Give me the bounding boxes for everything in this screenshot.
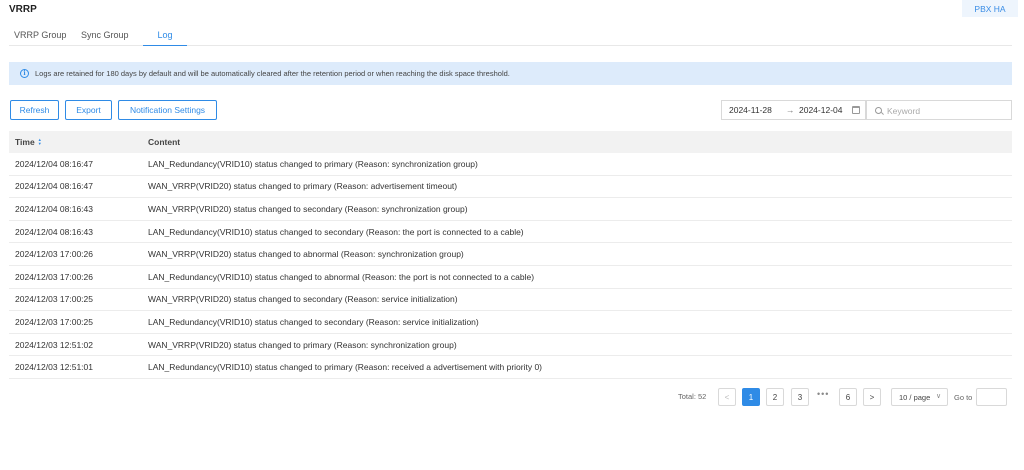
table-row: 2024/12/03 17:00:25 WAN_VRRP(VRID20) stat… bbox=[9, 289, 1012, 312]
cell-time: 2024/12/03 17:00:25 bbox=[15, 316, 93, 327]
tab-log[interactable]: Log bbox=[143, 26, 187, 46]
tab-sync-group[interactable]: Sync Group bbox=[81, 26, 129, 46]
pbx-ha-button[interactable]: PBX HA bbox=[962, 0, 1018, 17]
table-row: 2024/12/03 17:00:25 LAN_Redundancy(VRID10… bbox=[9, 311, 1012, 334]
page-button-3[interactable]: 3 bbox=[791, 388, 809, 406]
search-input[interactable] bbox=[887, 104, 1007, 117]
table-row: 2024/12/03 17:00:26 WAN_VRRP(VRID20) stat… bbox=[9, 243, 1012, 266]
cell-time: 2024/12/04 08:16:47 bbox=[15, 158, 93, 169]
page-size-value: 10 / page bbox=[899, 392, 931, 402]
page-size-select[interactable]: 10 / page ∨ bbox=[891, 388, 948, 406]
keyword-search bbox=[866, 100, 1012, 120]
cell-content: LAN_Redundancy(VRID10) status changed to… bbox=[148, 158, 478, 169]
date-range-picker[interactable]: 2024-11-28 → 2024-12-04 bbox=[721, 100, 866, 120]
page-title: VRRP bbox=[9, 4, 37, 15]
cell-content: WAN_VRRP(VRID20) status changed to secon… bbox=[148, 203, 468, 214]
page-button-6[interactable]: 6 bbox=[839, 388, 857, 406]
cell-time: 2024/12/03 17:00:26 bbox=[15, 271, 93, 282]
tab-vrrp-group[interactable]: VRRP Group bbox=[14, 26, 66, 46]
info-icon: i bbox=[20, 69, 29, 78]
table-header: Time ▲ ▼ Content bbox=[9, 131, 1012, 153]
table-row: 2024/12/04 08:16:47 LAN_Redundancy(VRID10… bbox=[9, 153, 1012, 176]
cell-content: WAN_VRRP(VRID20) status changed to abnor… bbox=[148, 249, 464, 260]
refresh-button[interactable]: Refresh bbox=[10, 100, 59, 120]
date-end[interactable]: 2024-12-04 bbox=[799, 105, 842, 115]
calendar-icon bbox=[852, 106, 860, 114]
arrow-right-icon: → bbox=[786, 105, 795, 115]
cell-time: 2024/12/04 08:16:47 bbox=[15, 181, 93, 192]
goto-label: Go to bbox=[954, 393, 973, 402]
tab-bar: VRRP Group Sync Group Log bbox=[9, 26, 1012, 46]
column-header-time[interactable]: Time ▲ ▼ bbox=[15, 137, 42, 147]
cell-content: LAN_Redundancy(VRID10) status changed to… bbox=[148, 271, 535, 282]
total-count: Total: 52 bbox=[678, 392, 707, 401]
cell-content: WAN_VRRP(VRID20) status changed to prima… bbox=[148, 181, 458, 192]
cell-content: WAN_VRRP(VRID20) status changed to prima… bbox=[148, 339, 457, 350]
cell-content: WAN_VRRP(VRID20) status changed to secon… bbox=[148, 294, 458, 305]
column-header-content: Content bbox=[148, 137, 181, 147]
cell-time: 2024/12/04 08:16:43 bbox=[15, 226, 93, 237]
cell-content: LAN_Redundancy(VRID10) status changed to… bbox=[148, 316, 479, 327]
notification-settings-button[interactable]: Notification Settings bbox=[118, 100, 217, 120]
table-row: 2024/12/04 08:16:43 WAN_VRRP(VRID20) stat… bbox=[9, 198, 1012, 221]
cell-time: 2024/12/03 12:51:01 bbox=[15, 362, 93, 373]
table-row: 2024/12/03 12:51:01 LAN_Redundancy(VRID10… bbox=[9, 356, 1012, 379]
log-table: Time ▲ ▼ Content 2024/12/04 08:16:47 LAN_R… bbox=[9, 131, 1012, 379]
banner-text: Logs are retained for 180 days by defaul… bbox=[35, 69, 510, 78]
next-page-button[interactable]: > bbox=[863, 388, 881, 406]
sort-icon[interactable]: ▲ ▼ bbox=[38, 138, 42, 146]
pagination-ellipsis[interactable]: ••• bbox=[817, 389, 829, 399]
table-row: 2024/12/04 08:16:47 WAN_VRRP(VRID20) stat… bbox=[9, 176, 1012, 199]
cell-content: LAN_Redundancy(VRID10) status changed to… bbox=[148, 362, 543, 373]
table-row: 2024/12/03 17:00:26 LAN_Redundancy(VRID10… bbox=[9, 266, 1012, 289]
cell-time: 2024/12/03 17:00:25 bbox=[15, 294, 93, 305]
table-body: 2024/12/04 08:16:47 LAN_Redundancy(VRID10… bbox=[9, 153, 1012, 379]
goto-page-input[interactable] bbox=[976, 388, 1007, 406]
prev-page-button[interactable]: < bbox=[718, 388, 736, 406]
cell-content: LAN_Redundancy(VRID10) status changed to… bbox=[148, 226, 524, 237]
page-button-2[interactable]: 2 bbox=[766, 388, 784, 406]
date-start[interactable]: 2024-11-28 bbox=[729, 105, 772, 115]
info-banner: i Logs are retained for 180 days by defa… bbox=[9, 62, 1012, 85]
table-row: 2024/12/03 12:51:02 WAN_VRRP(VRID20) stat… bbox=[9, 334, 1012, 357]
page-button-1[interactable]: 1 bbox=[742, 388, 760, 406]
chevron-down-icon: ∨ bbox=[936, 393, 942, 400]
cell-time: 2024/12/04 08:16:43 bbox=[15, 203, 93, 214]
cell-time: 2024/12/03 12:51:02 bbox=[15, 339, 93, 350]
table-row: 2024/12/04 08:16:43 LAN_Redundancy(VRID10… bbox=[9, 221, 1012, 244]
cell-time: 2024/12/03 17:00:26 bbox=[15, 249, 93, 260]
search-icon bbox=[875, 107, 882, 114]
export-button[interactable]: Export bbox=[65, 100, 112, 120]
